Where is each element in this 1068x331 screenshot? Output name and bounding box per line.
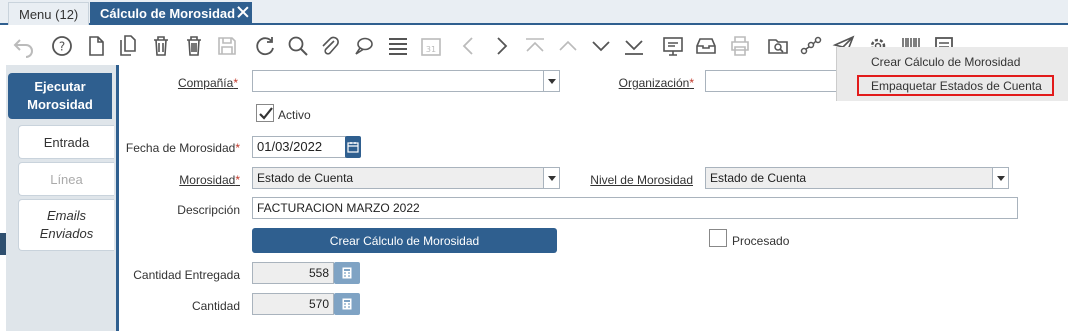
tab-calculo-morosidad[interactable]: Cálculo de Morosidad — [90, 2, 252, 25]
undo-icon[interactable] — [12, 34, 36, 58]
find-icon[interactable] — [286, 34, 310, 58]
execute-label: Ejecutar Morosidad — [27, 79, 93, 112]
refresh-icon[interactable] — [253, 34, 277, 58]
calculator-icon — [342, 267, 352, 279]
nivel-morosidad-select[interactable]: Estado de Cuenta — [705, 167, 1009, 189]
cantidad-label: Cantidad — [191, 299, 240, 313]
chevron-down-icon[interactable] — [543, 71, 559, 91]
window-tab-bar: Menu (12) Cálculo de Morosidad — [0, 0, 1068, 25]
next-icon[interactable] — [489, 34, 513, 58]
save-icon[interactable] — [215, 34, 239, 58]
side-panel: Ejecutar Morosidad Entrada Línea Emails … — [6, 65, 116, 331]
attachment-icon[interactable] — [318, 34, 342, 58]
grid-toggle-icon[interactable] — [386, 34, 410, 58]
print-icon[interactable] — [728, 34, 752, 58]
procesado-checkbox[interactable] — [709, 229, 727, 247]
chat-icon[interactable] — [352, 34, 376, 58]
delete-icon[interactable] — [149, 34, 173, 58]
cantidad-entregada-input[interactable]: 558 — [252, 262, 334, 284]
tab-menu[interactable]: Menu (12) — [8, 2, 90, 25]
execute-morosidad-button[interactable]: Ejecutar Morosidad — [8, 73, 112, 119]
side-tab-entrada-label: Entrada — [43, 134, 90, 150]
menu-item-crear-calculo[interactable]: Crear Cálculo de Morosidad — [871, 55, 1020, 69]
svg-text:?: ? — [59, 40, 65, 54]
help-icon[interactable]: ? — [50, 34, 74, 58]
side-tab-entrada[interactable]: Entrada — [18, 125, 114, 159]
zoom-across-icon[interactable] — [766, 34, 790, 58]
side-tab-emails[interactable]: Emails Enviados — [18, 199, 114, 251]
detail-icon[interactable] — [589, 34, 613, 58]
calendar-icon[interactable]: 31 — [419, 34, 443, 58]
fecha-label: Fecha de Morosidad* — [125, 141, 240, 155]
tab-menu-label: Menu (12) — [19, 6, 79, 22]
delete-selection-icon[interactable] — [182, 34, 206, 58]
close-tab-icon[interactable] — [237, 6, 249, 18]
side-tab-emails-label: Emails Enviados — [39, 208, 94, 241]
descripcion-label: Descripción — [177, 203, 240, 217]
fecha-input[interactable]: 01/03/2022 — [252, 136, 346, 158]
svg-text:31: 31 — [426, 45, 436, 54]
archive-icon[interactable] — [694, 34, 718, 58]
highlight-box — [857, 75, 1054, 96]
nivel-morosidad-label[interactable]: Nivel de Morosidad — [580, 173, 693, 187]
chevron-down-icon[interactable] — [992, 168, 1008, 188]
cantidad-input[interactable]: 570 — [252, 293, 334, 315]
workflow-icon[interactable] — [799, 34, 823, 58]
last-icon[interactable] — [622, 34, 646, 58]
descripcion-input[interactable]: FACTURACION MARZO 2022 — [252, 197, 1018, 219]
date-picker-button[interactable] — [345, 136, 361, 158]
tab-active-label: Cálculo de Morosidad — [100, 6, 236, 21]
calendar-small-icon — [347, 142, 359, 153]
new-icon[interactable] — [84, 34, 108, 58]
procesado-label: Procesado — [732, 234, 790, 248]
calculator-button[interactable] — [334, 262, 360, 284]
previous-icon[interactable] — [457, 34, 481, 58]
calculator-button[interactable] — [334, 293, 360, 315]
compania-select[interactable] — [252, 70, 560, 92]
activo-checkbox[interactable] — [256, 104, 274, 122]
copy-icon[interactable] — [116, 34, 140, 58]
morosidad-label[interactable]: Morosidad* — [150, 173, 240, 187]
calculator-icon — [342, 298, 352, 310]
cantidad-entregada-label: Cantidad Entregada — [133, 268, 240, 282]
organizacion-select[interactable] — [705, 70, 836, 92]
crear-calculo-button[interactable]: Crear Cálculo de Morosidad — [252, 228, 557, 253]
side-tab-linea-label: Línea — [50, 171, 83, 187]
checkmark-icon — [259, 107, 273, 120]
compania-label[interactable]: Compañía* — [150, 76, 238, 90]
report-icon[interactable] — [661, 34, 685, 58]
side-tab-linea[interactable]: Línea — [18, 162, 114, 196]
parent-icon[interactable] — [556, 34, 580, 58]
activo-label: Activo — [278, 108, 311, 122]
morosidad-select[interactable]: Estado de Cuenta — [252, 167, 560, 189]
first-icon[interactable] — [523, 34, 547, 58]
chevron-down-icon[interactable] — [543, 168, 559, 188]
panel-divider — [116, 65, 119, 331]
organizacion-label[interactable]: Organización* — [600, 76, 694, 90]
